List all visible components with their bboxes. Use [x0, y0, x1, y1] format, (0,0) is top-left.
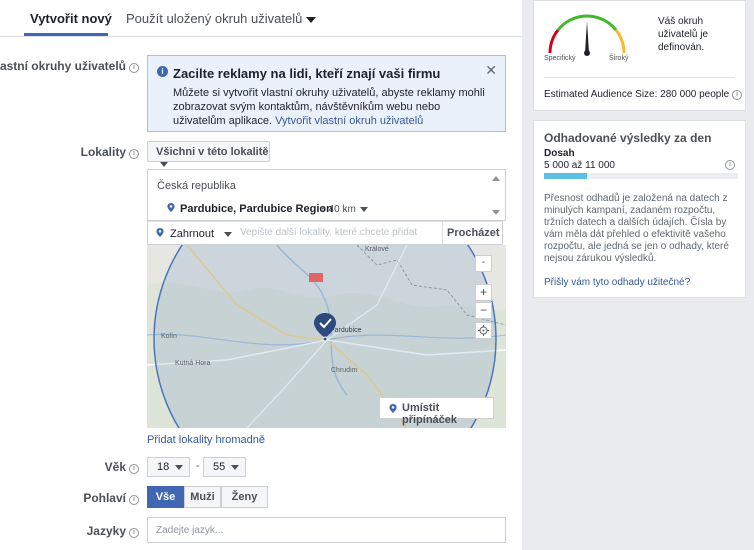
estimates-helpful-link[interactable]: Přišly vám tyto odhady užitečné?	[544, 277, 690, 288]
include-label: Zahrnout	[170, 228, 215, 240]
chevron-down-icon	[160, 161, 168, 167]
map-label-chrudim: Chrudim	[331, 367, 358, 374]
chevron-down-icon	[224, 231, 233, 237]
map-zoom-out-button[interactable]: −	[475, 302, 492, 319]
audience-summary-panel: Specifický Široký Váš okruh uživatelů je…	[522, 0, 754, 550]
audience-status-text: Váš okruh uživatelů je definován.	[658, 16, 709, 53]
custom-audiences-label: Vlastní okruhy uživatelů i	[0, 59, 139, 73]
place-pin-label: Umístit připínáček	[402, 402, 458, 426]
info-icon[interactable]: i	[725, 160, 735, 170]
map-pin-icon	[167, 203, 175, 212]
info-icon[interactable]: i	[129, 528, 139, 538]
reach-bar	[544, 173, 738, 179]
language-input[interactable]	[147, 517, 506, 543]
tab-create-new[interactable]: Vytvořit nový	[30, 11, 112, 26]
age-min-value: 18	[157, 461, 170, 473]
estimates-note: Přesnost odhadů je založená na datech z …	[544, 193, 729, 264]
tab-use-saved[interactable]: Použít uložený okruh uživatelů	[126, 11, 317, 26]
map-label-kralove: Králové	[365, 246, 389, 253]
estimated-audience-size: Estimated Audience Size: 280 000 people i	[544, 89, 743, 100]
locations-label-text: Lokality	[80, 145, 126, 159]
chevron-down-icon	[231, 464, 240, 470]
reach-bar-fill	[544, 173, 587, 179]
location-map[interactable]: Králové Pardubice Chrudim Kolín Kutná Ho…	[147, 245, 506, 428]
tab-use-saved-label: Použít uložený okruh uživatelů	[126, 11, 303, 26]
map-pin-icon	[156, 228, 164, 237]
daily-estimates-card: Odhadované výsledky za den Dosah 5 000 a…	[533, 120, 746, 298]
custom-audiences-label-text: Vlastní okruhy uživatelů	[0, 59, 126, 73]
info-icon[interactable]: i	[129, 495, 139, 505]
notice-body: Můžete si vytvořit vlastní okruhy uživat…	[173, 86, 493, 128]
gender-men-button[interactable]: Muži	[184, 486, 221, 508]
age-max-select[interactable]: 55	[203, 457, 246, 477]
reach-label: Dosah	[544, 148, 575, 159]
gender-women-button[interactable]: Ženy	[221, 486, 268, 508]
languages-label-text: Jazyky	[86, 524, 126, 538]
info-icon[interactable]: i	[129, 149, 139, 159]
gender-label-text: Pohlaví	[83, 491, 126, 505]
estimated-audience-size-text: Estimated Audience Size: 280 000 people	[544, 89, 730, 100]
gender-all-button[interactable]: Vše	[147, 486, 184, 508]
close-icon[interactable]: ✕	[485, 62, 497, 79]
browse-button[interactable]: Procházet	[442, 222, 502, 244]
gauge-specific-label: Specifický	[544, 55, 576, 62]
gender-label: Pohlaví i	[83, 491, 139, 505]
info-icon[interactable]: i	[129, 464, 139, 474]
scroll-up-arrow[interactable]	[492, 176, 500, 181]
selected-location-item[interactable]: Pardubice, Pardubice Region	[180, 203, 333, 215]
create-custom-audience-link[interactable]: Vytvořit vlastní okruh uživatelů	[275, 115, 423, 127]
map-label-kutna-hora: Kutná Hora	[175, 360, 211, 367]
locations-label: Lokality i	[81, 145, 139, 159]
location-country: Česká republika	[157, 180, 236, 192]
estimates-title: Odhadované výsledky za den	[544, 131, 712, 145]
location-search-bar: Zahrnout Procházet	[147, 221, 503, 245]
languages-label: Jazyky i	[87, 524, 139, 538]
age-separator: -	[196, 460, 200, 472]
include-exclude-dropdown[interactable]: Zahrnout	[170, 228, 233, 240]
place-pin-button[interactable]: Umístit připínáček	[379, 397, 494, 426]
age-max-value: 55	[213, 461, 226, 473]
info-icon[interactable]: i	[129, 63, 139, 73]
radius-dropdown[interactable]: + 40 km	[320, 204, 368, 215]
bulk-add-locations-link[interactable]: Přidat lokality hromadně	[147, 434, 265, 446]
selected-locations-box: Česká republika Pardubice, Pardubice Reg…	[147, 169, 506, 221]
map-label-kolin: Kolín	[161, 333, 177, 340]
info-icon: i	[157, 66, 168, 77]
divider	[544, 77, 735, 78]
map-zoom-in-button[interactable]: +	[475, 284, 492, 301]
info-icon[interactable]: i	[732, 90, 743, 100]
map-pin-icon	[389, 404, 397, 413]
gauge-broad-label: Široký	[609, 55, 629, 62]
age-min-select[interactable]: 18	[147, 457, 190, 477]
radius-value: + 40 km	[320, 204, 356, 215]
location-search-input[interactable]	[240, 227, 440, 238]
map-collapse-button[interactable]: -	[475, 255, 492, 272]
reach-range: 5 000 až 11 000	[544, 160, 615, 171]
age-label-text: Věk	[104, 460, 126, 474]
map-label-pardubice: Pardubice	[330, 327, 362, 334]
map-locate-button[interactable]	[475, 322, 492, 339]
scroll-down-arrow[interactable]	[492, 210, 500, 215]
audience-editor: Vytvořit nový Použít uložený okruh uživa…	[0, 0, 522, 550]
chevron-down-icon	[306, 16, 317, 23]
tab-bar: Vytvořit nový Použít uložený okruh uživa…	[0, 0, 522, 37]
audience-gauge-icon	[548, 14, 626, 56]
notice-title: Zacilte reklamy na lidi, kteří znají vaš…	[173, 66, 441, 81]
location-scope-label: Všichni v této lokalitě	[156, 146, 269, 158]
location-scope-dropdown[interactable]: Všichni v této lokalitě	[147, 141, 270, 167]
audience-definition-card: Specifický Široký Váš okruh uživatelů je…	[533, 0, 746, 111]
crosshair-icon	[478, 325, 489, 336]
chevron-down-icon	[359, 206, 368, 212]
age-label: Věk i	[105, 460, 139, 474]
active-tab-indicator	[24, 33, 108, 36]
chevron-down-icon	[175, 464, 184, 470]
custom-audience-notice: i Zacilte reklamy na lidi, kteří znají v…	[147, 55, 506, 132]
